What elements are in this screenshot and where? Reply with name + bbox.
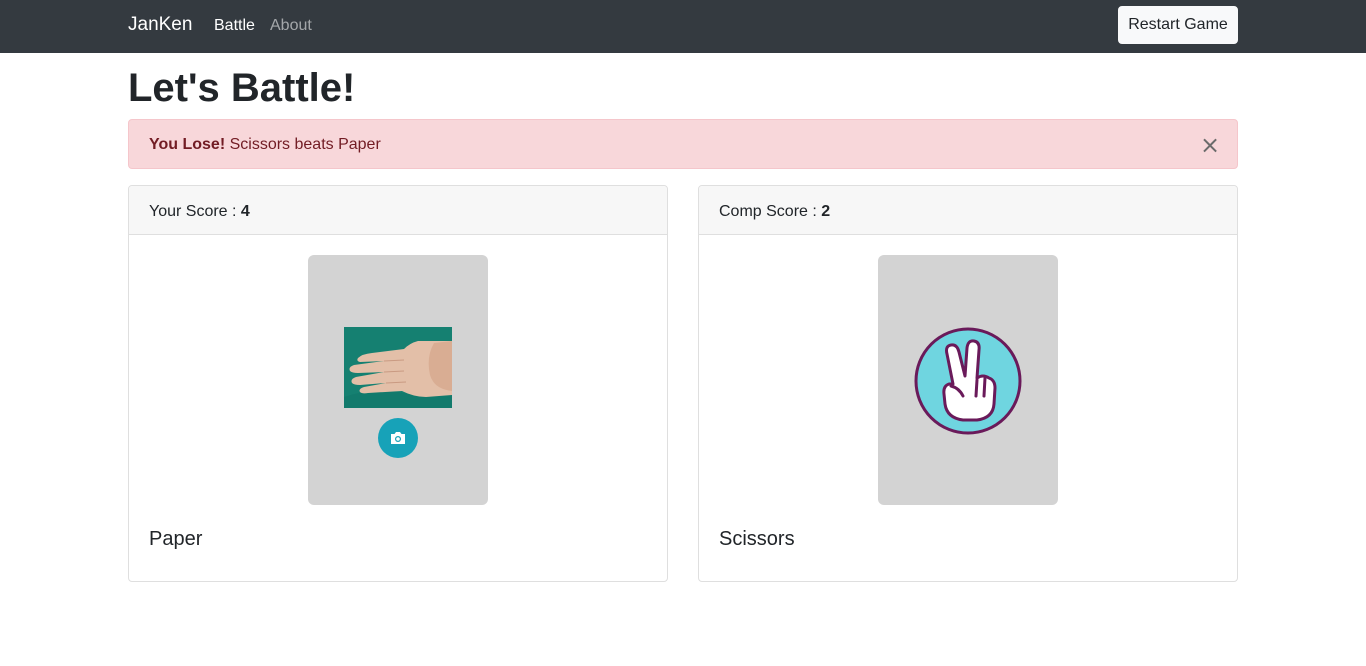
navbar: JanKen Battle About Restart Game: [0, 0, 1366, 53]
computer-card-header: Comp Score : 2: [699, 186, 1237, 235]
alert-text: You Lose! Scissors beats Paper: [149, 135, 381, 155]
computer-score: Comp Score : 2: [719, 202, 830, 222]
player-move-label: Paper: [149, 528, 203, 550]
player-score-value: 4: [240, 203, 250, 220]
computer-score-value: 2: [821, 203, 831, 220]
page-title: Let's Battle!: [128, 66, 356, 110]
player-choice-tile: [308, 255, 488, 505]
hand-photo: [344, 327, 452, 408]
scissors-hand-icon: [914, 327, 1022, 435]
camera-button[interactable]: [378, 418, 418, 458]
player-score: Your Score : 4: [149, 202, 250, 222]
close-icon[interactable]: ×: [1195, 130, 1225, 160]
nav-about[interactable]: About: [270, 15, 312, 37]
result-alert: You Lose! Scissors beats Paper ×: [128, 119, 1238, 169]
player-card: Your Score : 4 Paper: [128, 185, 668, 582]
player-score-label: Your Score :: [149, 203, 241, 220]
player-card-header: Your Score : 4: [129, 186, 667, 235]
restart-game-button[interactable]: Restart Game: [1118, 6, 1238, 44]
alert-result: You Lose!: [149, 136, 226, 153]
computer-move-label: Scissors: [719, 528, 795, 550]
nav-battle[interactable]: Battle: [214, 15, 255, 37]
camera-icon: [391, 432, 405, 444]
alert-message: Scissors beats Paper: [225, 136, 381, 153]
computer-choice-tile: [878, 255, 1058, 505]
brand-logo[interactable]: JanKen: [128, 13, 192, 37]
computer-score-label: Comp Score :: [719, 203, 822, 220]
computer-card: Comp Score : 2 Scissors: [698, 185, 1238, 582]
